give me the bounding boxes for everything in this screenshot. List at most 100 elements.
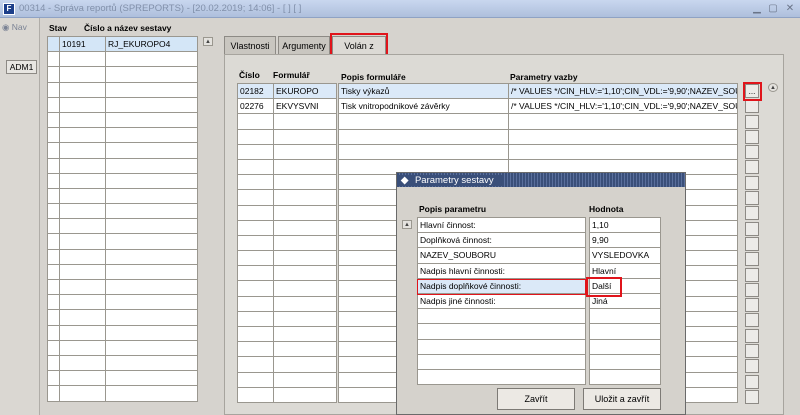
- report-number-cell[interactable]: [59, 370, 106, 387]
- form-code-cell[interactable]: [273, 113, 337, 130]
- table-row[interactable]: [417, 308, 586, 325]
- report-name-cell[interactable]: [105, 81, 198, 98]
- status-cell[interactable]: [47, 263, 60, 281]
- status-cell[interactable]: [47, 370, 60, 387]
- binding-params-cell[interactable]: [508, 143, 738, 160]
- params-edit-button[interactable]: [745, 145, 759, 160]
- report-number-cell[interactable]: [59, 96, 106, 113]
- params-edit-button[interactable]: [745, 344, 759, 359]
- table-row[interactable]: [47, 354, 198, 372]
- form-number-cell[interactable]: [237, 234, 274, 252]
- report-number-cell[interactable]: [59, 203, 106, 220]
- form-number-cell[interactable]: [237, 325, 274, 343]
- param-value-input[interactable]: Hlavní: [589, 262, 661, 279]
- status-cell[interactable]: [47, 187, 60, 205]
- report-name-cell[interactable]: [105, 187, 198, 205]
- report-name-cell[interactable]: [105, 294, 198, 311]
- param-value-input[interactable]: VYSLEDOVKA: [589, 247, 661, 264]
- table-row[interactable]: [47, 218, 198, 235]
- form-number-cell[interactable]: [237, 386, 274, 403]
- report-name-cell[interactable]: [105, 233, 198, 250]
- report-number-cell[interactable]: [59, 233, 106, 250]
- status-cell[interactable]: [47, 81, 60, 98]
- report-number-cell[interactable]: [59, 81, 106, 98]
- table-row[interactable]: [47, 278, 198, 296]
- form-code-cell[interactable]: EKVYSVNI: [273, 98, 337, 115]
- table-row[interactable]: [237, 219, 337, 236]
- report-name-cell[interactable]: [105, 157, 198, 174]
- param-scroll-up[interactable]: ▲: [402, 220, 412, 229]
- status-cell[interactable]: [47, 96, 60, 113]
- params-edit-button[interactable]: [745, 206, 759, 221]
- report-number-cell[interactable]: [59, 218, 106, 235]
- report-name-cell[interactable]: [105, 309, 198, 326]
- status-cell[interactable]: [47, 66, 60, 83]
- form-number-cell[interactable]: [237, 310, 274, 328]
- params-edit-button[interactable]: [745, 99, 759, 114]
- report-name-cell[interactable]: [105, 248, 198, 265]
- form-list-scroll-up[interactable]: ▲: [768, 83, 778, 92]
- table-row[interactable]: [47, 51, 198, 68]
- form-number-cell[interactable]: [237, 143, 274, 160]
- form-number-cell[interactable]: [237, 189, 274, 206]
- param-value-input[interactable]: Další: [589, 277, 661, 294]
- report-name-cell[interactable]: [105, 203, 198, 220]
- form-number-cell[interactable]: [237, 128, 274, 145]
- table-row[interactable]: [47, 339, 198, 356]
- form-code-cell[interactable]: [273, 280, 337, 297]
- status-cell[interactable]: [47, 127, 60, 144]
- adm1-button[interactable]: ADM1: [6, 60, 37, 74]
- table-row[interactable]: [237, 250, 337, 267]
- table-row[interactable]: [47, 111, 198, 129]
- param-value-input[interactable]: [589, 368, 661, 386]
- report-number-cell[interactable]: [59, 248, 106, 265]
- form-code-cell[interactable]: [273, 386, 337, 403]
- tab-volan-z[interactable]: Volán z: [332, 36, 386, 54]
- form-number-cell[interactable]: [237, 158, 274, 176]
- form-number-cell[interactable]: [237, 356, 274, 373]
- param-value-input[interactable]: [589, 323, 661, 340]
- params-edit-button[interactable]: [745, 191, 759, 206]
- form-number-cell[interactable]: [237, 250, 274, 267]
- status-cell[interactable]: [47, 111, 60, 129]
- table-row[interactable]: Doplňková činnost:: [417, 232, 586, 249]
- binding-params-cell[interactable]: /* VALUES */CIN_HLV:='1,10';CIN_VDL:='9,…: [508, 82, 738, 100]
- table-row[interactable]: [237, 113, 337, 130]
- report-name-cell[interactable]: [105, 263, 198, 281]
- report-name-cell[interactable]: [105, 324, 198, 341]
- close-window-button[interactable]: ✕: [783, 2, 797, 15]
- save-and-close-button[interactable]: Uložit a zavřít: [583, 388, 661, 410]
- table-row[interactable]: [47, 263, 198, 281]
- form-number-cell[interactable]: [237, 295, 274, 312]
- report-number-cell[interactable]: [59, 51, 106, 68]
- report-name-cell[interactable]: [105, 172, 198, 189]
- report-name-cell[interactable]: [105, 66, 198, 83]
- report-number-cell[interactable]: [59, 294, 106, 311]
- report-number-cell[interactable]: [59, 127, 106, 144]
- params-edit-button[interactable]: [745, 221, 759, 236]
- form-code-cell[interactable]: [273, 204, 337, 221]
- table-row[interactable]: 10191 RJ_EKUROPO4: [47, 35, 198, 53]
- table-row[interactable]: Nadpis doplňkové činnosti:: [417, 277, 586, 294]
- table-row[interactable]: [237, 234, 337, 252]
- form-number-cell[interactable]: [237, 280, 274, 297]
- report-name-cell[interactable]: [105, 354, 198, 372]
- report-name-cell[interactable]: [105, 142, 198, 159]
- params-edit-button[interactable]: [745, 328, 759, 343]
- table-row[interactable]: [47, 324, 198, 341]
- report-number-cell[interactable]: [59, 187, 106, 205]
- report-number-cell[interactable]: 10191: [59, 35, 106, 53]
- status-cell[interactable]: [47, 218, 60, 235]
- form-code-cell[interactable]: [273, 189, 337, 206]
- table-row[interactable]: [417, 323, 586, 340]
- table-row[interactable]: [47, 203, 198, 220]
- report-number-cell[interactable]: [59, 278, 106, 296]
- params-edit-button[interactable]: [745, 374, 759, 389]
- table-row[interactable]: VYSLEDOVKA: [589, 247, 661, 264]
- status-cell[interactable]: [47, 324, 60, 341]
- table-row[interactable]: Hlavní činnost:: [417, 216, 586, 234]
- minimize-button[interactable]: ▁: [750, 2, 764, 15]
- report-name-cell[interactable]: [105, 278, 198, 296]
- params-edit-button[interactable]: [745, 236, 759, 251]
- params-edit-button[interactable]: [745, 160, 759, 175]
